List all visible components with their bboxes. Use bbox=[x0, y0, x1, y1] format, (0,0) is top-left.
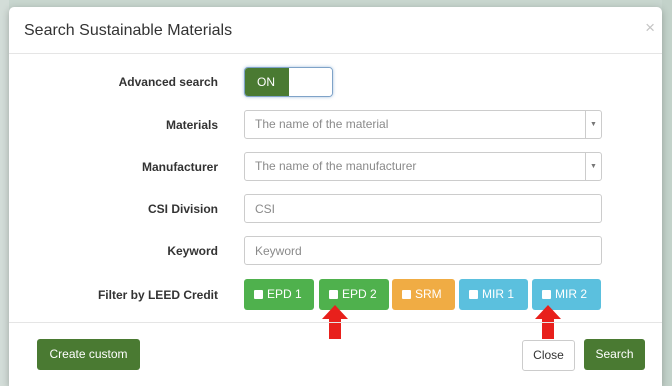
materials-label: Materials bbox=[165, 118, 218, 132]
manufacturer-label: Manufacturer bbox=[141, 160, 218, 174]
close-button[interactable]: Close bbox=[522, 340, 575, 371]
page-backdrop-left bbox=[0, 0, 9, 386]
leed-credit-label: EPD 2 bbox=[342, 287, 377, 301]
materials-placeholder: The name of the material bbox=[255, 117, 389, 131]
checkbox-icon bbox=[542, 290, 551, 299]
leed-credit-epd1[interactable]: EPD 1 bbox=[244, 279, 314, 310]
close-icon[interactable]: × bbox=[645, 19, 655, 36]
toggle-off-handle bbox=[289, 68, 332, 96]
checkbox-icon bbox=[254, 290, 263, 299]
page-backdrop-right bbox=[662, 0, 672, 386]
checkbox-icon bbox=[469, 290, 478, 299]
leed-filter-label: Filter by LEED Credit bbox=[97, 288, 218, 302]
toggle-on-state: ON bbox=[245, 68, 289, 96]
csi-division-input[interactable] bbox=[244, 194, 602, 223]
checkbox-icon bbox=[329, 290, 338, 299]
leed-credit-mir1[interactable]: MIR 1 bbox=[459, 279, 528, 310]
keyword-input[interactable] bbox=[244, 236, 602, 265]
modal-footer: Create custom Close Search bbox=[9, 322, 662, 386]
leed-credit-label: MIR 2 bbox=[555, 287, 588, 301]
leed-credit-label: SRM bbox=[415, 287, 442, 301]
modal-title: Search Sustainable Materials bbox=[24, 22, 233, 39]
manufacturer-placeholder: The name of the manufacturer bbox=[255, 159, 417, 173]
checkbox-icon bbox=[402, 290, 411, 299]
create-custom-button[interactable]: Create custom bbox=[37, 339, 140, 370]
advanced-search-toggle[interactable]: ON bbox=[244, 67, 333, 97]
materials-select[interactable]: The name of the material ▼ bbox=[244, 110, 602, 139]
chevron-down-icon: ▼ bbox=[585, 153, 601, 180]
advanced-search-label: Advanced search bbox=[118, 75, 218, 89]
search-button[interactable]: Search bbox=[584, 339, 645, 370]
keyword-label: Keyword bbox=[167, 244, 218, 258]
search-materials-modal: Search Sustainable Materials × Advanced … bbox=[9, 7, 662, 386]
manufacturer-select[interactable]: The name of the manufacturer ▼ bbox=[244, 152, 602, 181]
leed-credit-srm[interactable]: SRM bbox=[392, 279, 455, 310]
modal-header: Search Sustainable Materials × bbox=[9, 7, 662, 54]
leed-credit-label: MIR 1 bbox=[482, 287, 515, 301]
csi-division-label: CSI Division bbox=[147, 202, 218, 216]
chevron-down-icon: ▼ bbox=[585, 111, 601, 138]
leed-credit-label: EPD 1 bbox=[267, 287, 302, 301]
